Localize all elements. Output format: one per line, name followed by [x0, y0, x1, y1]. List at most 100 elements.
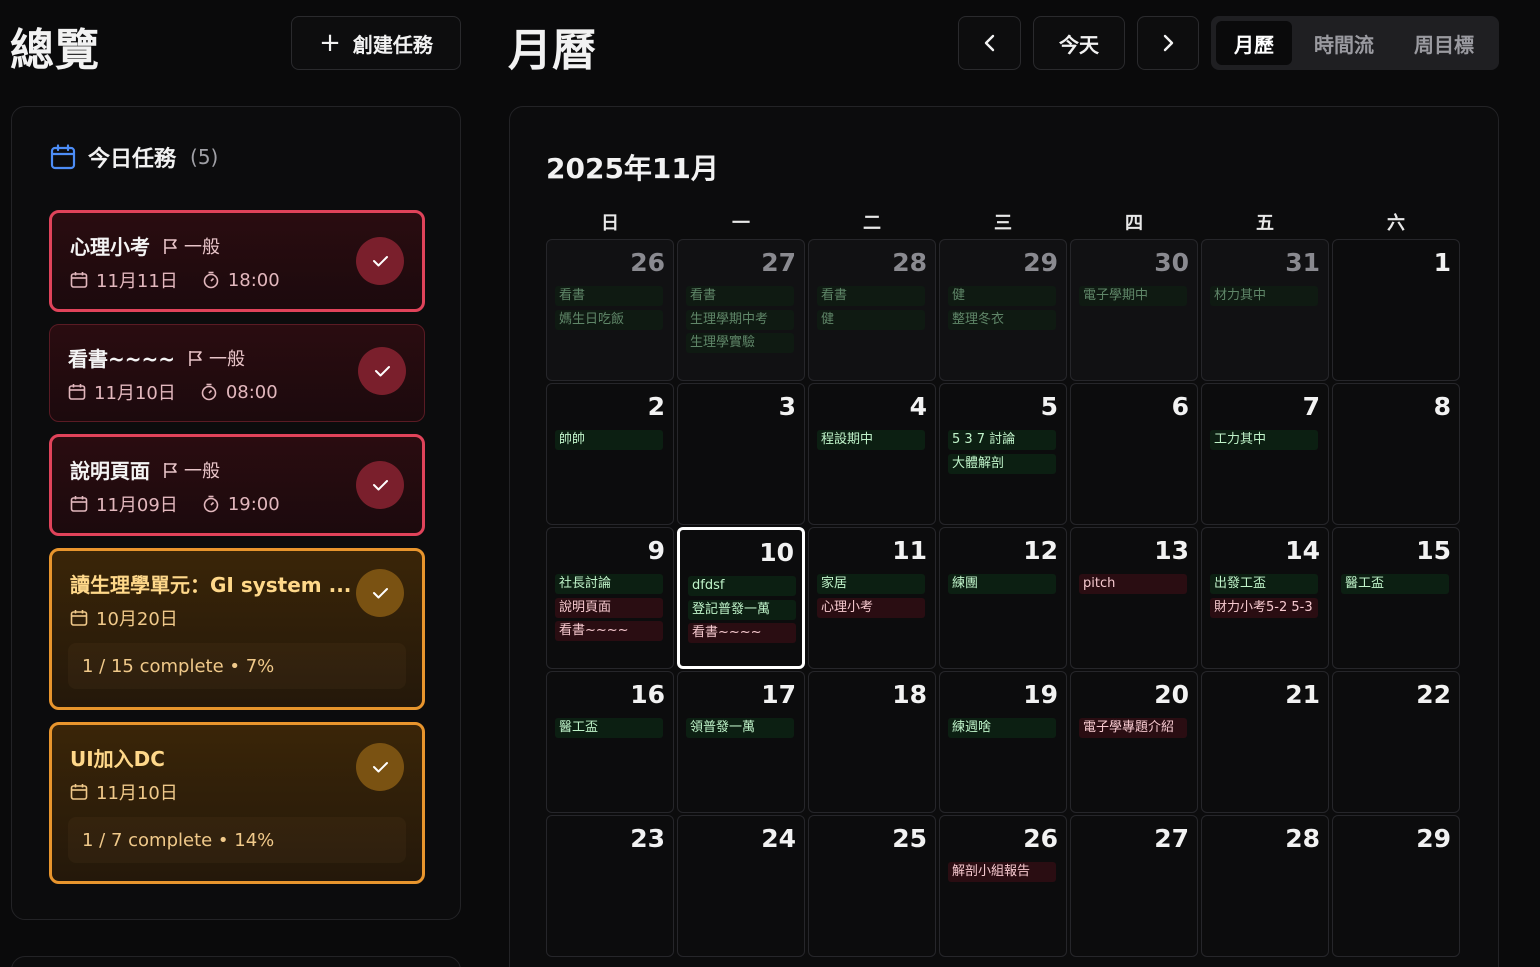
event-chip[interactable]: 看書: [817, 286, 925, 306]
task-meta: 11月09日 19:00: [70, 491, 280, 517]
next-month-button[interactable]: [1137, 16, 1199, 70]
day-cell[interactable]: 14 出發工盃 財力小考5-2 5-3: [1201, 527, 1329, 669]
event-chip[interactable]: 醫工盃: [1341, 574, 1449, 594]
view-option-weekly-goals[interactable]: 周目標: [1396, 21, 1492, 65]
day-cell[interactable]: 28 看書健: [808, 239, 936, 381]
day-cell[interactable]: 1: [1332, 239, 1460, 381]
task-title-row: 看書~~~~ 一般: [68, 343, 245, 372]
event-chip[interactable]: 出發工盃: [1210, 574, 1318, 594]
event-chip[interactable]: 財力小考5-2 5-3: [1210, 597, 1318, 618]
complete-toggle[interactable]: [356, 461, 404, 509]
create-task-button[interactable]: + 創建任務: [291, 16, 461, 70]
day-cell[interactable]: 23: [546, 815, 674, 957]
day-cell[interactable]: 22: [1332, 671, 1460, 813]
event-chip[interactable]: 電子學專題介紹: [1079, 718, 1187, 738]
task-card[interactable]: 說明頁面 一般 11月09日 19:00: [49, 434, 425, 536]
weekday-header: 日: [601, 213, 619, 234]
event-chip[interactable]: 練團: [948, 574, 1056, 594]
event-chip[interactable]: 看書: [555, 286, 663, 306]
event-chip[interactable]: 心理小考: [817, 597, 925, 618]
day-cell[interactable]: 25: [808, 815, 936, 957]
day-cell[interactable]: 21: [1201, 671, 1329, 813]
day-cell[interactable]: 9 社長討論 說明頁面 看書~~~~: [546, 527, 674, 669]
day-cell[interactable]: 7 工力其中: [1201, 383, 1329, 525]
day-cell[interactable]: 26 解剖小組報告: [939, 815, 1067, 957]
day-cell[interactable]: 26 看書 媽生日吃飯: [546, 239, 674, 381]
task-card[interactable]: 讀生理學單元：GI system ... 10月20日 1 / 15 complet…: [49, 548, 425, 710]
event-chip[interactable]: 生理學實驗: [686, 333, 794, 353]
event-chip[interactable]: 健: [817, 309, 925, 330]
day-cell[interactable]: 3: [677, 383, 805, 525]
task-date: 11月11日: [96, 271, 178, 292]
event-list: 出發工盃財力小考5-2 5-3: [1210, 574, 1320, 621]
complete-toggle[interactable]: [356, 569, 404, 617]
event-chip[interactable]: 材力其中: [1210, 286, 1318, 306]
task-date: 11月10日: [94, 383, 176, 404]
day-cell[interactable]: 20 電子學專題介紹: [1070, 671, 1198, 813]
day-cell-today[interactable]: 10 dfdsf 登記普發一萬 看書~~~~: [677, 527, 805, 669]
event-chip[interactable]: dfdsf: [688, 576, 796, 596]
day-cell[interactable]: 15 醫工盃: [1332, 527, 1460, 669]
day-cell[interactable]: 29: [1332, 815, 1460, 957]
event-list: 看書 媽生日吃飯: [555, 286, 665, 333]
event-chip[interactable]: 醫工盃: [555, 718, 663, 738]
day-cell[interactable]: 17 領普發一萬: [677, 671, 805, 813]
event-chip[interactable]: 社長討論: [555, 574, 663, 594]
day-cell[interactable]: 6: [1070, 383, 1198, 525]
previous-month-button[interactable]: [958, 16, 1021, 70]
view-option-timeline[interactable]: 時間流: [1296, 21, 1392, 65]
day-number: 19: [1023, 680, 1058, 709]
day-cell[interactable]: 18: [808, 671, 936, 813]
today-button[interactable]: 今天: [1033, 16, 1125, 70]
day-cell[interactable]: 24: [677, 815, 805, 957]
event-chip[interactable]: 練週啥: [948, 718, 1056, 738]
calendar-icon: [70, 784, 88, 800]
event-chip[interactable]: 領普發一萬: [686, 718, 794, 738]
event-chip[interactable]: 媽生日吃飯: [555, 309, 663, 330]
view-option-month[interactable]: 月歷: [1216, 21, 1292, 65]
day-cell[interactable]: 28: [1201, 815, 1329, 957]
event-chip[interactable]: 生理學期中考: [686, 309, 794, 330]
event-list: dfdsf 登記普發一萬 看書~~~~: [688, 576, 796, 647]
day-cell[interactable]: 12 練團: [939, 527, 1067, 669]
event-chip[interactable]: 5 3 7 討論: [948, 430, 1056, 450]
complete-toggle[interactable]: [356, 743, 404, 791]
event-chip[interactable]: 工力其中: [1210, 430, 1318, 450]
event-chip[interactable]: 看書~~~~: [688, 623, 796, 643]
event-chip[interactable]: 程設期中: [817, 430, 925, 450]
day-number: 11: [892, 536, 927, 565]
day-cell[interactable]: 8: [1332, 383, 1460, 525]
event-chip[interactable]: 電子學期中: [1079, 286, 1187, 306]
day-cell[interactable]: 16 醫工盃: [546, 671, 674, 813]
day-cell[interactable]: 27 看書 生理學期中考 生理學實驗: [677, 239, 805, 381]
task-card[interactable]: UI加入DC 11月10日 1 / 7 complete • 14%: [49, 722, 425, 884]
event-list: 材力其中: [1210, 286, 1320, 310]
day-cell[interactable]: 19 練週啥: [939, 671, 1067, 813]
event-chip[interactable]: 解剖小組報告: [948, 862, 1056, 882]
task-card[interactable]: 看書~~~~ 一般 11月10日 08:00: [49, 324, 425, 422]
day-cell[interactable]: 2 帥帥: [546, 383, 674, 525]
day-cell[interactable]: 29 健整理冬衣: [939, 239, 1067, 381]
complete-toggle[interactable]: [356, 237, 404, 285]
event-list: 電子學期中: [1079, 286, 1189, 310]
day-cell[interactable]: 13 pitch: [1070, 527, 1198, 669]
complete-toggle[interactable]: [358, 347, 406, 395]
day-cell[interactable]: 5 5 3 7 討論 大體解剖: [939, 383, 1067, 525]
event-chip[interactable]: 家居: [817, 574, 925, 594]
day-cell[interactable]: 4 程設期中: [808, 383, 936, 525]
event-chip[interactable]: 健: [948, 286, 1056, 306]
day-cell[interactable]: 27: [1070, 815, 1198, 957]
event-chip[interactable]: 大體解剖: [948, 453, 1056, 474]
day-cell[interactable]: 30 電子學期中: [1070, 239, 1198, 381]
event-chip[interactable]: 帥帥: [555, 430, 663, 450]
task-card[interactable]: 心理小考 一般 11月11日 18:00: [49, 210, 425, 312]
event-chip[interactable]: 說明頁面: [555, 597, 663, 618]
event-chip[interactable]: 登記普發一萬: [688, 599, 796, 620]
event-chip[interactable]: 看書: [686, 286, 794, 306]
weekday-header: 三: [994, 213, 1012, 234]
event-chip[interactable]: pitch: [1079, 574, 1187, 594]
day-cell[interactable]: 31 材力其中: [1201, 239, 1329, 381]
event-chip[interactable]: 看書~~~~: [555, 621, 663, 641]
day-cell[interactable]: 11 家居心理小考: [808, 527, 936, 669]
event-chip[interactable]: 整理冬衣: [948, 309, 1056, 330]
